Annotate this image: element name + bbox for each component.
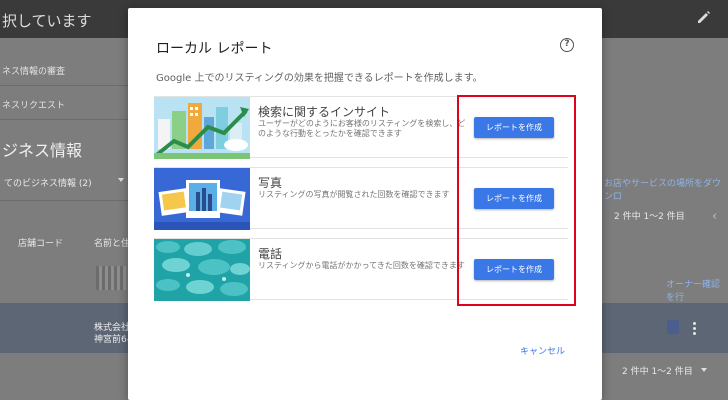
filter-dropdown[interactable]: てのビジネス情報 (2)	[4, 176, 92, 189]
highlight-box	[457, 95, 576, 306]
chevron-down-icon[interactable]	[118, 178, 124, 182]
calls-illustration	[154, 239, 250, 301]
sidebar-divider	[0, 85, 128, 86]
sidebar-item-requests[interactable]: ネスリクエスト	[2, 98, 130, 111]
card-title: 電話	[258, 247, 283, 261]
photos-illustration	[154, 168, 250, 230]
column-header-store-code[interactable]: 店舗コード	[18, 236, 63, 249]
chevron-left-icon[interactable]: ‹	[712, 209, 717, 224]
edit-pencil-icon[interactable]	[696, 9, 712, 25]
cancel-button[interactable]: キャンセル	[520, 344, 565, 357]
dialog-title: ローカル レポート	[156, 41, 273, 57]
section-divider	[0, 200, 128, 201]
header-title: 択しています	[2, 12, 92, 30]
section-title: ジネス情報	[2, 141, 83, 160]
card-description: リスティングから電話がかかってきた回数を確認できます	[258, 261, 465, 270]
column-header-name[interactable]: 名前と住	[94, 236, 130, 249]
help-icon[interactable]: ?	[560, 38, 574, 52]
card-description: リスティングの写真が閲覧された回数を確認できます	[258, 190, 450, 199]
insight-chart-illustration	[154, 97, 250, 159]
sidebar-item-review[interactable]: ネス情報の審査	[2, 64, 130, 77]
user-avatar	[667, 320, 679, 334]
more-vert-icon[interactable]	[693, 322, 696, 337]
card-description: ユーザーがどのようにお客様のリスティングを検索し、どのような行動をとったかを確認…	[258, 119, 466, 138]
pagination-range-bottom: 2 件中 1〜2 件目	[622, 367, 693, 377]
blurred-logo	[96, 266, 126, 290]
download-locations-link[interactable]: お店やサービスの場所をダウンロ	[604, 176, 728, 202]
chevron-down-icon[interactable]	[701, 368, 707, 372]
card-title: 検索に関するインサイト	[258, 105, 391, 119]
card-title: 写真	[258, 176, 283, 190]
dialog-description: Google 上でのリスティングの効果を把握できるレポートを作成します。	[156, 73, 483, 84]
pagination-range: 2 件中 1〜2 件目	[614, 212, 685, 222]
row-cell-address: 神宮前6-	[94, 335, 130, 345]
owner-verification-link[interactable]: オーナー確認を行	[666, 277, 728, 303]
sidebar-divider	[0, 119, 128, 120]
